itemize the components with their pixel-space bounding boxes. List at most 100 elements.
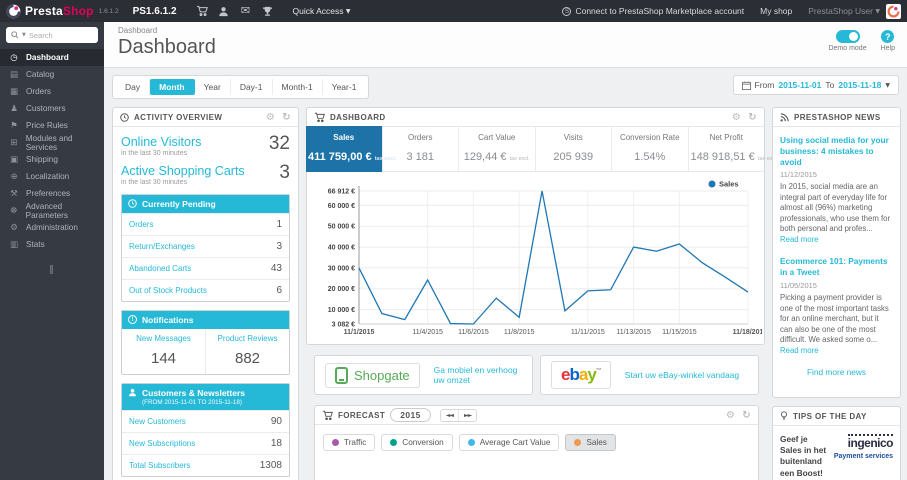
- section-title: Customers & Newsletters: [142, 388, 245, 399]
- pending-returns-row[interactable]: Return/Exchanges 3: [122, 235, 289, 257]
- sidebar-item-label: Advanced Parameters: [25, 201, 68, 220]
- demo-mode-control[interactable]: Demo mode: [828, 30, 867, 52]
- conversion-dot-icon: [390, 439, 398, 446]
- help-control[interactable]: ? Help: [881, 30, 895, 52]
- legend-average-cart-value[interactable]: Average Cart Value: [458, 434, 560, 451]
- tab-year-1[interactable]: Year-1: [323, 79, 366, 95]
- article-title-link[interactable]: Using social media for your business: 4 …: [780, 135, 893, 167]
- envelope-icon[interactable]: ✉: [235, 0, 257, 22]
- sidebar-item-localization[interactable]: ⊕ Localization: [0, 168, 104, 185]
- active-carts-stat: Active Shopping Carts in the last 30 min…: [121, 162, 290, 186]
- sidebar-search[interactable]: ▼: [6, 27, 98, 43]
- svg-text:40 000 €: 40 000 €: [328, 245, 355, 252]
- legend-conversion[interactable]: Conversion: [381, 434, 453, 451]
- gear-icon[interactable]: ⚙: [726, 410, 735, 421]
- total-subscribers-row[interactable]: Total Subscribers 1308: [122, 454, 289, 476]
- sidebar-item-shipping[interactable]: ▣ Shipping: [0, 151, 104, 168]
- date-range-button[interactable]: From 2015-11-01 To 2015-11-18 ▼: [732, 75, 899, 95]
- forecast-year[interactable]: 2015: [390, 408, 431, 422]
- refresh-icon[interactable]: ↻: [748, 112, 757, 123]
- kpi-cart-value[interactable]: Cart Value 129,44 € tax excl.: [459, 127, 536, 171]
- sidebar-item-administration[interactable]: ⚙ Administration: [0, 219, 104, 236]
- tab-month-1[interactable]: Month-1: [273, 79, 323, 95]
- kpi-sales[interactable]: Sales 411 759,00 € tax excl.: [306, 126, 396, 172]
- legend-sales[interactable]: Sales: [565, 434, 616, 451]
- sidebar: ▼ ◷ Dashboard ▤ Catalog ▦ Orders ♟ Customers…: [0, 22, 104, 480]
- online-visitors-link[interactable]: Online Visitors: [121, 135, 290, 149]
- sidebar-item-label: Price Rules: [26, 121, 68, 130]
- legend-traffic[interactable]: Traffic: [323, 434, 376, 451]
- online-visitors-stat: Online Visitors in the last 30 minutes 3…: [121, 133, 290, 157]
- news-article: Ecommerce 101: Payments in a Tweet 11/05…: [780, 256, 893, 356]
- sidebar-item-stats[interactable]: ▥ Stats: [0, 236, 104, 253]
- article-title-link[interactable]: Ecommerce 101: Payments in a Tweet: [780, 256, 893, 278]
- avatar[interactable]: [886, 3, 901, 19]
- tab-month[interactable]: Month: [150, 79, 195, 95]
- brand-name: PrestaShop: [25, 4, 94, 18]
- kpi-orders[interactable]: Orders 3 181: [383, 127, 459, 171]
- ebay-link[interactable]: Start uw eBay-winkel vandaag: [625, 370, 739, 380]
- gear-icon: ⚙: [10, 222, 18, 233]
- customer-icon[interactable]: [213, 0, 235, 22]
- active-carts-link[interactable]: Active Shopping Carts: [121, 164, 290, 178]
- tab-year[interactable]: Year: [195, 79, 231, 95]
- shopgate-link[interactable]: Ga mobiel en verhoog uw omzet: [434, 365, 522, 385]
- help-icon[interactable]: ?: [881, 30, 895, 43]
- refresh-icon[interactable]: ↻: [282, 112, 291, 123]
- cart-icon: [322, 410, 333, 420]
- sidebar-collapse-handle[interactable]: ‖: [0, 265, 104, 275]
- sidebar-item-label: Dashboard: [26, 53, 69, 62]
- tab-day-1[interactable]: Day-1: [231, 79, 273, 95]
- info-icon: !: [128, 315, 137, 325]
- product-reviews-cell[interactable]: Product Reviews 882: [205, 329, 289, 375]
- tab-day[interactable]: Day: [116, 79, 151, 95]
- kpi-conversion-rate[interactable]: Conversion Rate 1.54%: [612, 127, 689, 171]
- gear-icon[interactable]: ⚙: [266, 112, 275, 123]
- traffic-dot-icon: [332, 439, 339, 446]
- date-from: 2015-11-01: [778, 80, 822, 90]
- chart-icon: ▥: [9, 239, 19, 250]
- read-more-link[interactable]: Read more: [780, 346, 819, 355]
- my-shop-link[interactable]: My shop: [760, 6, 792, 16]
- refresh-icon[interactable]: ↻: [742, 410, 751, 421]
- out-of-stock-row[interactable]: Out of Stock Products 6: [122, 279, 289, 301]
- svg-text:30 000 €: 30 000 €: [328, 265, 355, 272]
- abandoned-carts-row[interactable]: Abandoned Carts 43: [122, 257, 289, 279]
- ebay-banner[interactable]: ebay™ Start uw eBay-winkel vandaag: [540, 355, 759, 395]
- gear-icon[interactable]: ⚙: [732, 112, 741, 123]
- shopgate-banner[interactable]: Shopgate Ga mobiel en verhoog uw omzet: [314, 355, 533, 395]
- prev-year-button[interactable]: ◄◄: [441, 410, 458, 421]
- cart-icon[interactable]: [191, 0, 213, 22]
- marketplace-link[interactable]: S Connect to PrestaShop Marketplace accou…: [562, 6, 744, 16]
- kpi-visits[interactable]: Visits 205 939: [536, 127, 612, 171]
- panel-title: TIPS OF THE DAY: [793, 411, 867, 421]
- sidebar-item-customers[interactable]: ♟ Customers: [0, 100, 104, 117]
- pending-orders-row[interactable]: Orders 1: [122, 213, 289, 235]
- sidebar-item-preferences[interactable]: ⚒ Preferences: [0, 185, 104, 202]
- sidebar-item-advanced-parameters[interactable]: ☸ Advanced Parameters: [0, 201, 104, 220]
- news-article: Using social media for your business: 4 …: [780, 135, 893, 245]
- sidebar-item-dashboard[interactable]: ◷ Dashboard: [0, 49, 104, 66]
- breadcrumb[interactable]: Dashboard: [118, 26, 899, 35]
- sidebar-item-catalog[interactable]: ▤ Catalog: [0, 66, 104, 83]
- next-year-button[interactable]: ►►: [457, 409, 476, 421]
- new-subscriptions-row[interactable]: New Subscriptions 18: [122, 432, 289, 454]
- kpi-net-profit[interactable]: Net Profit 148 918,51 € tax excl.: [689, 127, 778, 171]
- page-header: Dashboard Dashboard Demo mode ? Help: [104, 22, 907, 68]
- find-more-news-link[interactable]: Find more news: [780, 367, 893, 377]
- quick-access-menu[interactable]: Quick Access ▼: [293, 6, 351, 16]
- new-messages-cell[interactable]: New Messages 144: [122, 329, 205, 374]
- sidebar-item-orders[interactable]: ▦ Orders: [0, 83, 104, 100]
- demo-mode-toggle[interactable]: [835, 30, 860, 43]
- read-more-link[interactable]: Read more: [780, 235, 819, 244]
- prestashop-logo[interactable]: PrestaShop 1.6.1.2: [6, 4, 119, 19]
- search-input[interactable]: [28, 30, 81, 40]
- svg-text:11/18/201: 11/18/201: [733, 329, 762, 336]
- trophy-icon[interactable]: [257, 0, 279, 22]
- sidebar-item-price-rules[interactable]: ⚑ Price Rules: [0, 117, 104, 134]
- user-menu[interactable]: PrestaShop User ▼: [808, 6, 880, 16]
- new-customers-row[interactable]: New Customers 90: [122, 410, 289, 432]
- sidebar-item-modules[interactable]: ⊞ Modules and Services: [0, 134, 104, 152]
- page-title: Dashboard: [118, 36, 216, 58]
- svg-text:3 082 €: 3 082 €: [332, 322, 355, 329]
